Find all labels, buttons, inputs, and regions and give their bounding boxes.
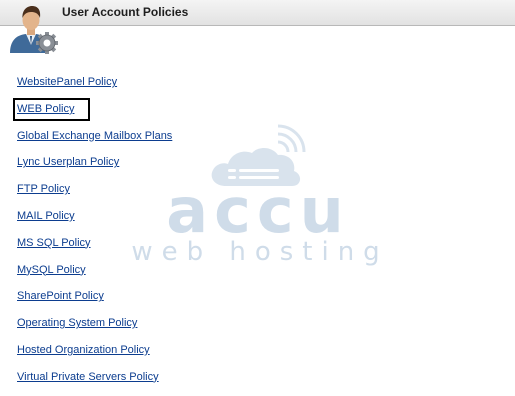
mysql-policy-link[interactable]: MySQL Policy (17, 264, 86, 276)
websitepanel-policy-link[interactable]: WebsitePanel Policy (17, 76, 117, 88)
highlight-box (13, 98, 90, 121)
operating-system-policy-link[interactable]: Operating System Policy (17, 317, 137, 329)
list-item: WebsitePanel Policy (17, 74, 172, 101)
hosted-organization-policy-link[interactable]: Hosted Organization Policy (17, 344, 150, 356)
list-item: Hosted Organization Policy (17, 342, 172, 369)
sharepoint-policy-link[interactable]: SharePoint Policy (17, 290, 104, 302)
ftp-policy-link[interactable]: FTP Policy (17, 183, 70, 195)
list-item: MySQL Policy (17, 262, 172, 289)
list-item: FTP Policy (17, 181, 172, 208)
exchange-mailbox-plans-link[interactable]: Global Exchange Mailbox Plans (17, 130, 172, 142)
list-item: Operating System Policy (17, 315, 172, 342)
list-item: MAIL Policy (17, 208, 172, 235)
policy-list: WebsitePanel Policy WEB Policy Global Ex… (17, 74, 172, 396)
list-item: Global Exchange Mailbox Plans (17, 128, 172, 155)
mail-policy-link[interactable]: MAIL Policy (17, 210, 75, 222)
page-header: User Account Policies (0, 0, 515, 26)
vps-policy-link[interactable]: Virtual Private Servers Policy (17, 371, 159, 383)
list-item: Lync Userplan Policy (17, 154, 172, 181)
lync-userplan-policy-link[interactable]: Lync Userplan Policy (17, 156, 119, 168)
list-item: Virtual Private Servers Policy (17, 369, 172, 396)
watermark-brand: accu (166, 174, 349, 247)
list-item: SharePoint Policy (17, 288, 172, 315)
page-title: User Account Policies (62, 5, 189, 19)
list-item: MS SQL Policy (17, 235, 172, 262)
user-gear-icon (10, 6, 58, 54)
mssql-policy-link[interactable]: MS SQL Policy (17, 237, 91, 249)
cloud-icon (211, 124, 306, 186)
